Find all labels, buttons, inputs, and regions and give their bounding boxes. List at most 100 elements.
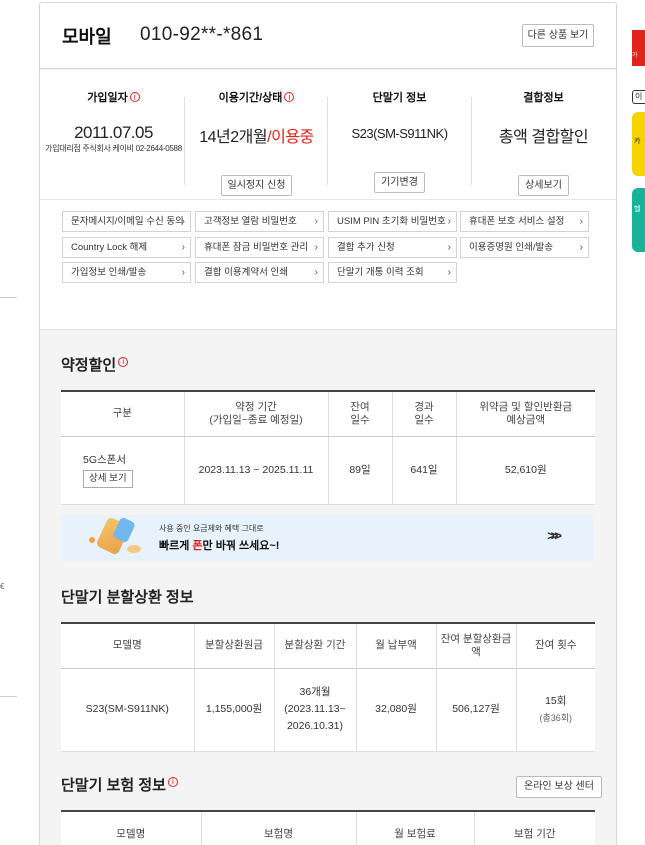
combo-detail-button[interactable]: 상세보기 bbox=[518, 175, 569, 196]
quick-link-item[interactable]: 휴대폰 잠금 비밀번호 관리 › bbox=[195, 237, 324, 258]
chevron-right-icon[interactable]: >>> bbox=[547, 528, 562, 543]
remaining-count: 15회 bbox=[545, 694, 567, 707]
chevron-right-icon: › bbox=[447, 267, 451, 278]
device-label: 단말기 정보 bbox=[372, 92, 427, 104]
chevron-right-icon: › bbox=[579, 242, 583, 253]
right-floating-kakao[interactable]: 카 bbox=[632, 112, 645, 176]
right-floating-tab[interactable]: 이 bbox=[632, 90, 645, 104]
chevron-right-icon: › bbox=[579, 216, 583, 227]
installment-period-cell: 36개월 (2023.11.13~ 2026.10.31) bbox=[273, 668, 356, 752]
quick-link-item[interactable]: 결합 이용계약서 인쇄 › bbox=[195, 262, 324, 283]
quick-link-label: 단말기 개통 이력 조회 bbox=[337, 267, 424, 278]
plan-name: 5G스폰서 bbox=[83, 454, 126, 466]
table-header: 약정 기간 (가입일~종료 예정일) bbox=[183, 390, 328, 437]
banner-line2-a: 빠르게 bbox=[159, 540, 193, 552]
card-header: 모바일 010-92**-*861 다른 상품 보기 bbox=[40, 3, 616, 69]
right-floating-banner[interactable]: 가 bbox=[632, 30, 645, 66]
device-value: S23(SM-S911NK) bbox=[351, 126, 448, 141]
total-count: (총36회) bbox=[539, 712, 573, 723]
page-title: 모바일 bbox=[62, 27, 112, 47]
quick-link-item[interactable]: 휴대폰 보호 서비스 설정 › bbox=[460, 211, 589, 232]
table-header: 잔여 일수 bbox=[327, 390, 392, 437]
plan-detail-button[interactable]: 상세 보기 bbox=[83, 470, 133, 488]
usage-label: 이용기간/상태 bbox=[218, 92, 283, 104]
combo-label: 결합정보 bbox=[523, 92, 564, 104]
table-header: 잔여 횟수 bbox=[515, 622, 595, 669]
quick-link-item[interactable]: 고객정보 열람 비밀번호 › bbox=[195, 211, 324, 232]
banner-line1: 사용 중인 요금제와 혜택 그대로 bbox=[159, 524, 264, 533]
right-floating-help[interactable]: 헬 bbox=[632, 188, 645, 252]
chevron-right-icon: › bbox=[447, 216, 451, 227]
period-cell: 2023.11.13 ~ 2025.11.11 bbox=[183, 436, 328, 505]
quick-links: 문자메시지/이메일 수신 동의 › 고객정보 열람 비밀번호 › USIM PIN 초기… bbox=[40, 199, 616, 298]
banner-coin-illustration bbox=[127, 545, 141, 553]
usage-status: 이용중 bbox=[271, 129, 314, 146]
join-agency: 가입대리점 주식회사 케이비 02-2644-0588 bbox=[45, 144, 182, 153]
quick-link-item[interactable]: 가입정보 인쇄/발송 › bbox=[62, 262, 191, 283]
join-date-value: 2011.07.05 bbox=[74, 123, 153, 142]
left-fragment-text: € bbox=[0, 582, 5, 591]
table-header: 잔여 분할상환금 액 bbox=[435, 622, 516, 669]
pause-request-button[interactable]: 일시정지 신청 bbox=[220, 175, 293, 196]
chevron-right-icon: › bbox=[447, 242, 451, 253]
page: € 가 이 카 헬 모바일 010-92**-*861 다른 상품 보기 가입일… bbox=[0, 0, 645, 845]
table-header: 경과 일수 bbox=[391, 390, 456, 437]
chevron-right-icon: › bbox=[314, 242, 318, 253]
banner-illustration-dot bbox=[89, 537, 95, 543]
installment-months: 36개월 bbox=[299, 686, 331, 698]
combo-column: 결합정보 총액 결합할인 상세보기 bbox=[472, 89, 615, 196]
quick-link-label: 고객정보 열람 비밀번호 bbox=[204, 216, 297, 227]
other-products-button[interactable]: 다른 상품 보기 bbox=[522, 24, 594, 47]
penalty-amount-cell: 52,610원 bbox=[455, 436, 595, 505]
usage-column: 이용기간/상태 i 14년2개월/이용중 일시정지 신청 bbox=[185, 89, 328, 196]
table-header: 분할상환 기간 bbox=[273, 622, 356, 669]
promo-banner[interactable]: 사용 중인 요금제와 혜택 그대로 빠르게 폰만 바꿔 쓰세요~! >>> bbox=[61, 515, 593, 561]
insurance-section-title: 단말기 보험 정보 i bbox=[61, 774, 178, 795]
online-claim-button[interactable]: 온라인 보상 센터 bbox=[516, 776, 602, 798]
model-cell: S23(SM-S911NK) bbox=[61, 668, 194, 752]
principal-cell: 1,155,000원 bbox=[193, 668, 274, 752]
chevron-right-icon: › bbox=[181, 216, 185, 227]
quick-link-label: 가입정보 인쇄/발송 bbox=[71, 267, 147, 278]
quick-link-item[interactable]: 이용증명원 인쇄/발송 › bbox=[460, 237, 589, 258]
contract-section-title: 약정할인 i bbox=[61, 354, 129, 375]
installment-range: (2023.11.13~ 2026.10.31) bbox=[284, 703, 346, 732]
combo-value: 총액 결합할인 bbox=[498, 129, 589, 146]
installment-table: 모델명 분할상환원금 분할상환 기간 월 납부액 잔여 분할상환금 액 잔여 횟… bbox=[61, 622, 595, 752]
device-change-button[interactable]: 기기변경 bbox=[374, 172, 425, 193]
column-divider bbox=[471, 97, 472, 185]
phone-number: 010-92**-*861 bbox=[140, 24, 264, 45]
insurance-title-text: 단말기 보험 정보 bbox=[61, 777, 166, 794]
chevron-right-icon: › bbox=[181, 242, 185, 253]
table-header: 모델명 bbox=[61, 810, 201, 845]
remaining-count-cell: 15회 (총36회) bbox=[515, 668, 595, 752]
banner-line2-red: 폰 bbox=[192, 540, 203, 552]
quick-link-item[interactable]: 단말기 개통 이력 조회 › bbox=[328, 262, 457, 283]
column-divider bbox=[327, 97, 328, 185]
monthly-payment-cell: 32,080원 bbox=[355, 668, 436, 752]
chevron-right-icon: › bbox=[181, 267, 185, 278]
chevron-right-icon: › bbox=[314, 216, 318, 227]
quick-link-item[interactable]: USIM PIN 초기화 비밀번호 › bbox=[328, 211, 457, 232]
quick-link-item[interactable]: 문자메시지/이메일 수신 동의 › bbox=[62, 211, 191, 232]
summary-section: 가입일자 i 2011.07.05 가입대리점 주식회사 케이비 02-2644-… bbox=[40, 69, 616, 199]
quick-link-item[interactable]: Country Lock 해제 › bbox=[62, 237, 191, 258]
left-divider bbox=[0, 696, 17, 697]
usage-value: 14년2개월/이용중 bbox=[185, 123, 328, 147]
quick-link-label: 휴대폰 보호 서비스 설정 bbox=[469, 216, 565, 227]
quick-link-label: 문자메시지/이메일 수신 동의 bbox=[71, 216, 184, 227]
quick-link-item[interactable]: 결합 추가 신청 › bbox=[328, 237, 457, 258]
info-icon[interactable]: i bbox=[167, 777, 178, 787]
insurance-table: 모델명 보험명 월 보험료 보험 기간 bbox=[61, 810, 595, 845]
join-date-label: 가입일자 bbox=[87, 92, 128, 104]
remaining-days-cell: 89일 bbox=[327, 436, 392, 505]
plan-cell: 5G스폰서 상세 보기 bbox=[61, 436, 184, 505]
table-header: 구분 bbox=[61, 390, 184, 437]
info-icon[interactable]: i bbox=[118, 357, 129, 367]
info-icon[interactable]: i bbox=[129, 92, 140, 102]
chevron-right-icon: › bbox=[314, 267, 318, 278]
quick-link-label: 이용증명원 인쇄/발송 bbox=[469, 242, 553, 253]
table-header: 월 납부액 bbox=[355, 622, 436, 669]
table-header: 보험명 bbox=[200, 810, 356, 845]
info-icon[interactable]: i bbox=[284, 92, 295, 102]
